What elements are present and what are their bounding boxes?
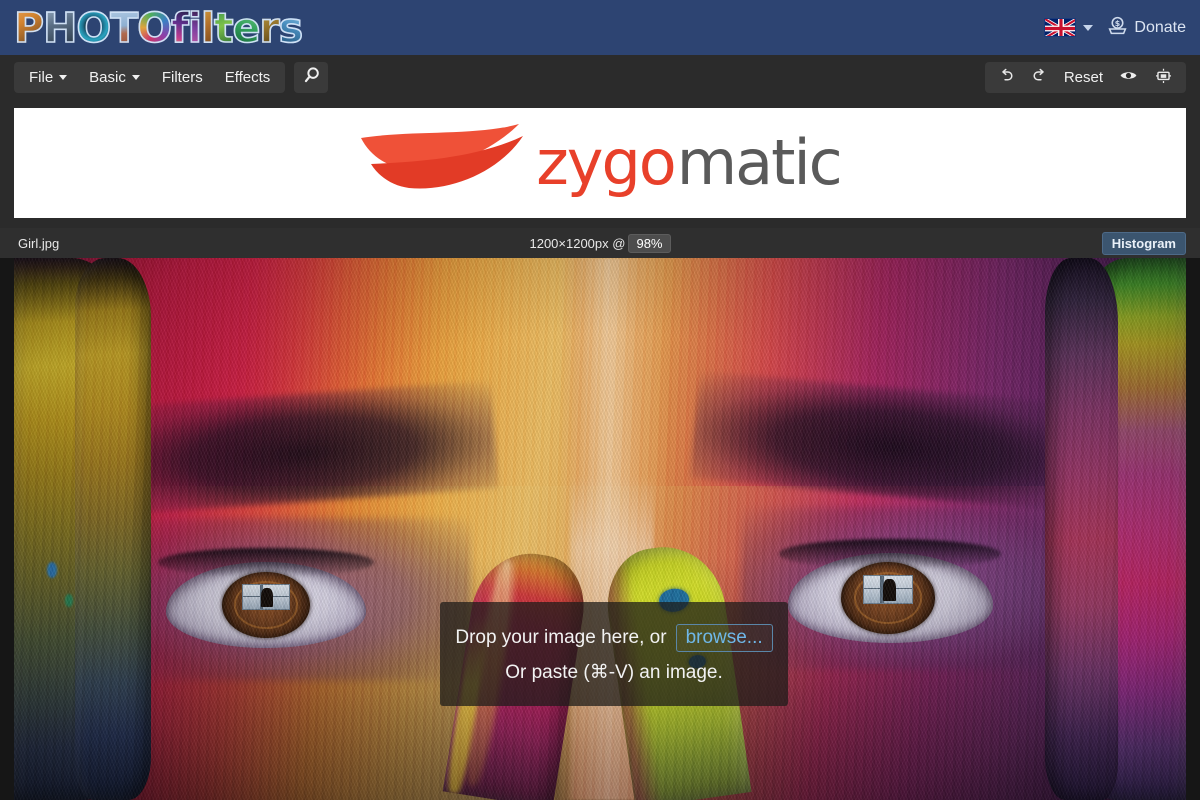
svg-text:$: $ bbox=[1115, 19, 1120, 28]
menu-basic[interactable]: Basic bbox=[78, 64, 151, 91]
browse-button[interactable]: browse... bbox=[675, 624, 773, 652]
logo-letter-o2: O bbox=[136, 3, 172, 52]
advertisement-banner[interactable]: zygo matic bbox=[14, 108, 1186, 218]
menu-file[interactable]: File bbox=[18, 64, 78, 91]
redo-icon bbox=[1031, 67, 1048, 88]
redo-button[interactable] bbox=[1024, 64, 1055, 91]
skin-texture-overlay bbox=[14, 258, 1186, 800]
donate-button[interactable]: $ Donate bbox=[1107, 15, 1186, 41]
image-dimensions-label: 1200×1200px @ bbox=[529, 235, 626, 251]
search-icon bbox=[302, 66, 321, 90]
menu-effects[interactable]: Effects bbox=[214, 64, 282, 91]
eye-icon bbox=[1119, 66, 1138, 89]
print-icon bbox=[1154, 66, 1173, 89]
menu-effects-label: Effects bbox=[224, 69, 271, 86]
print-button[interactable] bbox=[1147, 64, 1180, 91]
chevron-down-icon bbox=[1083, 24, 1094, 31]
zygomatic-brand-part1: zygo bbox=[536, 126, 677, 199]
image-info: 1200×1200px @98% bbox=[0, 233, 1200, 253]
chevron-down-icon bbox=[59, 75, 68, 80]
drop-zone-line-1: Drop your image here, or browse... bbox=[455, 624, 773, 652]
image-status-bar: Girl.jpg 1200×1200px @98% Histogram bbox=[0, 228, 1200, 258]
undo-button[interactable] bbox=[991, 64, 1022, 91]
histogram-button[interactable]: Histogram bbox=[1101, 231, 1186, 255]
donate-label: Donate bbox=[1134, 18, 1186, 36]
zygomatic-logo: zygo matic bbox=[359, 122, 843, 205]
toolbar-right-group: Reset bbox=[984, 62, 1186, 93]
logo-letter-o1: O bbox=[76, 3, 112, 52]
drop-instruction-text: Drop your image here, or bbox=[455, 627, 667, 648]
app-header: P H O T O f i l t e r s $ Donate bbox=[0, 0, 1200, 55]
logo-letter-t: T bbox=[109, 3, 139, 52]
logo-letter-l: l bbox=[200, 3, 216, 52]
uk-flag-icon bbox=[1044, 18, 1077, 37]
zygomatic-brand-part2: matic bbox=[676, 126, 843, 199]
logo-letter-r: r bbox=[259, 3, 281, 52]
menu-basic-label: Basic bbox=[89, 69, 126, 86]
paste-instruction-text: Or paste (⌘-V) an image. bbox=[505, 662, 723, 683]
preview-button[interactable] bbox=[1112, 64, 1145, 91]
logo-letter-f: f bbox=[170, 3, 189, 52]
zoom-level-button[interactable]: 98% bbox=[628, 233, 671, 253]
search-button[interactable] bbox=[294, 62, 329, 93]
reset-label: Reset bbox=[1063, 69, 1103, 86]
image-canvas-area[interactable]: Drop your image here, or browse... Or pa… bbox=[0, 258, 1200, 800]
reset-button[interactable]: Reset bbox=[1057, 64, 1110, 91]
logo-letter-h: H bbox=[42, 3, 78, 52]
logo-letter-i: i bbox=[187, 3, 203, 52]
logo-letter-p: P bbox=[13, 3, 45, 52]
menu-filters[interactable]: Filters bbox=[151, 64, 214, 91]
logo-letter-t2: t bbox=[213, 3, 234, 52]
painted-face-photo[interactable]: Drop your image here, or browse... Or pa… bbox=[14, 258, 1186, 800]
menu-group: File Basic Filters Effects bbox=[14, 62, 286, 93]
logo-letter-s: s bbox=[278, 3, 304, 52]
drop-zone-overlay[interactable]: Drop your image here, or browse... Or pa… bbox=[440, 602, 788, 706]
undo-icon bbox=[998, 67, 1015, 88]
app-logo[interactable]: P H O T O f i l t e r s bbox=[13, 3, 304, 52]
language-selector[interactable] bbox=[1044, 18, 1094, 37]
chevron-down-icon bbox=[131, 75, 140, 80]
zygomatic-swoosh-icon bbox=[359, 122, 534, 205]
donate-coin-icon: $ bbox=[1107, 15, 1128, 41]
menu-file-label: File bbox=[29, 69, 54, 86]
menu-filters-label: Filters bbox=[161, 69, 203, 86]
header-right-controls: $ Donate bbox=[1044, 0, 1186, 55]
logo-letter-e: e bbox=[232, 3, 261, 52]
main-toolbar: File Basic Filters Effects Reset bbox=[0, 55, 1200, 100]
